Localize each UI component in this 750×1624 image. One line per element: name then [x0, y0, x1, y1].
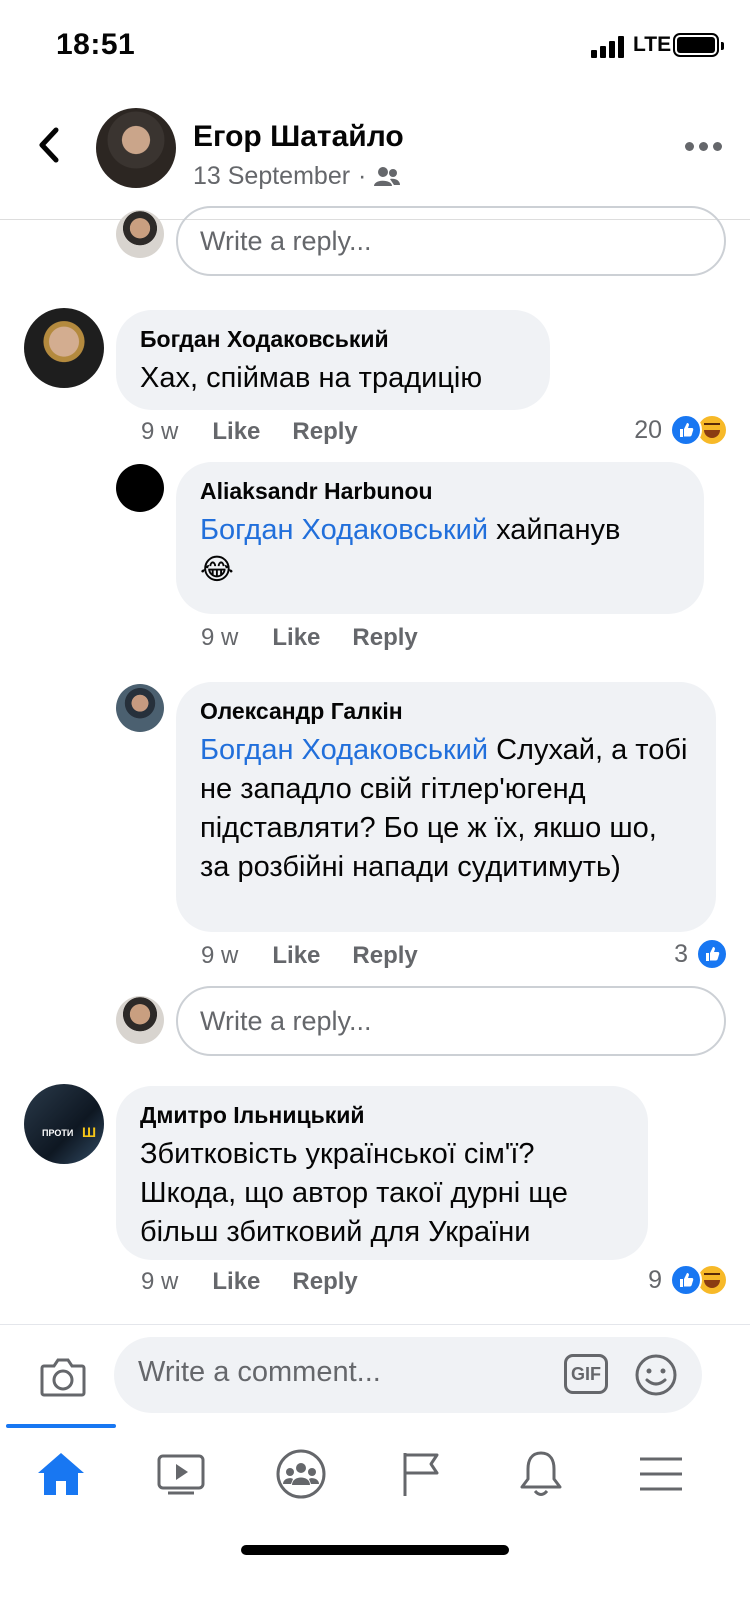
- more-options-button[interactable]: [685, 142, 722, 151]
- comment-actions: 9 w Like Reply: [201, 942, 450, 970]
- status-time: 18:51: [56, 28, 136, 61]
- comment-author[interactable]: Олександр Галкін: [200, 698, 692, 725]
- signal-icon: [591, 36, 627, 58]
- comment-input[interactable]: Write a comment... GIF: [114, 1337, 702, 1413]
- gif-button[interactable]: GIF: [564, 1354, 608, 1394]
- reaction-count: 20: [634, 415, 662, 444]
- flag-icon: [403, 1453, 439, 1496]
- reply-button[interactable]: Reply: [292, 418, 357, 446]
- nav-notifications[interactable]: [511, 1444, 571, 1504]
- comment-text: Хах, спіймав на традицію: [140, 362, 483, 394]
- comment-time[interactable]: 9 w: [141, 1268, 178, 1296]
- commenter-avatar[interactable]: ПРОТИ Ш: [24, 1084, 104, 1164]
- nav-pages[interactable]: [391, 1444, 451, 1504]
- comment-composer: Write a comment... GIF: [0, 1324, 750, 1424]
- crying-laughing-emoji: 😂: [200, 552, 234, 586]
- commenter-avatar[interactable]: [116, 684, 164, 732]
- emoji-button[interactable]: [634, 1353, 678, 1397]
- comment-author[interactable]: Aliaksandr Harbunou: [200, 478, 680, 505]
- bell-icon: [520, 1451, 562, 1496]
- commenter-avatar[interactable]: [24, 308, 104, 388]
- post-date[interactable]: 13 September: [193, 162, 350, 191]
- watch-icon: [157, 1454, 205, 1495]
- comment-text-body: хайпанув: [488, 514, 621, 546]
- commenter-avatar[interactable]: [116, 464, 164, 512]
- comment-author[interactable]: Дмитро Ільницький: [140, 1102, 624, 1129]
- bottom-navigation: [0, 1424, 750, 1624]
- home-indicator[interactable]: [241, 1545, 509, 1555]
- comment-bubble: Дмитро Ільницький Збитковість українсько…: [116, 1086, 648, 1260]
- home-icon: [38, 1453, 84, 1495]
- friends-icon: [374, 166, 401, 186]
- my-avatar: [116, 996, 164, 1044]
- reply-button[interactable]: Reply: [352, 942, 417, 970]
- network-type: LTE: [633, 33, 672, 56]
- nav-groups[interactable]: [271, 1444, 331, 1504]
- comment-bubble: Богдан Ходаковський Хах, спіймав на трад…: [116, 310, 550, 410]
- reply-button[interactable]: Reply: [352, 624, 417, 652]
- comment-author[interactable]: Богдан Ходаковський: [140, 326, 526, 353]
- post-meta: 13 September ·: [193, 162, 401, 191]
- comment-text: Богдан Ходаковський хайпанув 😂: [200, 511, 680, 590]
- back-button[interactable]: [30, 120, 66, 170]
- like-reaction-icon: [670, 414, 702, 446]
- comment-text: Богдан Ходаковський Слухай, а тобі не за…: [200, 731, 692, 887]
- smiley-icon: [635, 1354, 677, 1396]
- comment-time[interactable]: 9 w: [201, 624, 238, 652]
- comment-bubble: Aliaksandr Harbunou Богдан Ходаковський …: [176, 462, 704, 614]
- reaction-count: 9: [648, 1265, 662, 1294]
- chevron-left-icon: [39, 127, 59, 163]
- status-bar: 18:51 LTE: [0, 0, 750, 90]
- camera-button[interactable]: [40, 1357, 86, 1397]
- comment-actions: 9 w Like Reply: [141, 1268, 390, 1296]
- comment-time[interactable]: 9 w: [201, 942, 238, 970]
- active-tab-indicator: [6, 1424, 116, 1428]
- comment-bubble: Олександр Галкін Богдан Ходаковський Слу…: [176, 682, 716, 932]
- comment-placeholder: Write a comment...: [138, 1356, 381, 1388]
- mention-link[interactable]: Богдан Ходаковський: [200, 514, 488, 546]
- comment-time[interactable]: 9 w: [141, 418, 178, 446]
- author-avatar[interactable]: [96, 108, 176, 188]
- reaction-count: 3: [674, 939, 688, 968]
- post-header: Егор Шатайло 13 September ·: [0, 90, 750, 220]
- menu-icon: [640, 1457, 682, 1491]
- nav-home[interactable]: [31, 1444, 91, 1504]
- like-button[interactable]: Like: [272, 624, 320, 652]
- my-avatar: [116, 210, 164, 258]
- nav-watch[interactable]: [151, 1444, 211, 1504]
- like-button[interactable]: Like: [272, 942, 320, 970]
- like-button[interactable]: Like: [212, 1268, 260, 1296]
- camera-icon: [40, 1358, 86, 1397]
- reaction-summary[interactable]: 3: [674, 938, 728, 970]
- like-button[interactable]: Like: [212, 418, 260, 446]
- like-reaction-icon: [670, 1264, 702, 1296]
- groups-icon: [276, 1449, 326, 1499]
- reply-button[interactable]: Reply: [292, 1268, 357, 1296]
- battery-icon: [673, 33, 724, 57]
- trident-icon: Ш: [82, 1124, 97, 1140]
- comment-text: Збитковість української сім'ї? Шкода, що…: [140, 1138, 568, 1248]
- comment-actions: 9 w Like Reply: [141, 418, 390, 446]
- reply-input[interactable]: Write a reply...: [176, 206, 726, 276]
- meta-separator: ·: [358, 162, 367, 190]
- nav-menu[interactable]: [631, 1444, 691, 1504]
- reply-input[interactable]: Write a reply...: [176, 986, 726, 1056]
- author-name[interactable]: Егор Шатайло: [193, 120, 404, 154]
- avatar-caption: ПРОТИ: [42, 1128, 74, 1138]
- reaction-summary[interactable]: 9: [648, 1264, 728, 1296]
- mention-link[interactable]: Богдан Ходаковський: [200, 734, 488, 766]
- comment-actions: 9 w Like Reply: [201, 624, 450, 652]
- like-reaction-icon: [696, 938, 728, 970]
- reaction-summary[interactable]: 20: [634, 414, 728, 446]
